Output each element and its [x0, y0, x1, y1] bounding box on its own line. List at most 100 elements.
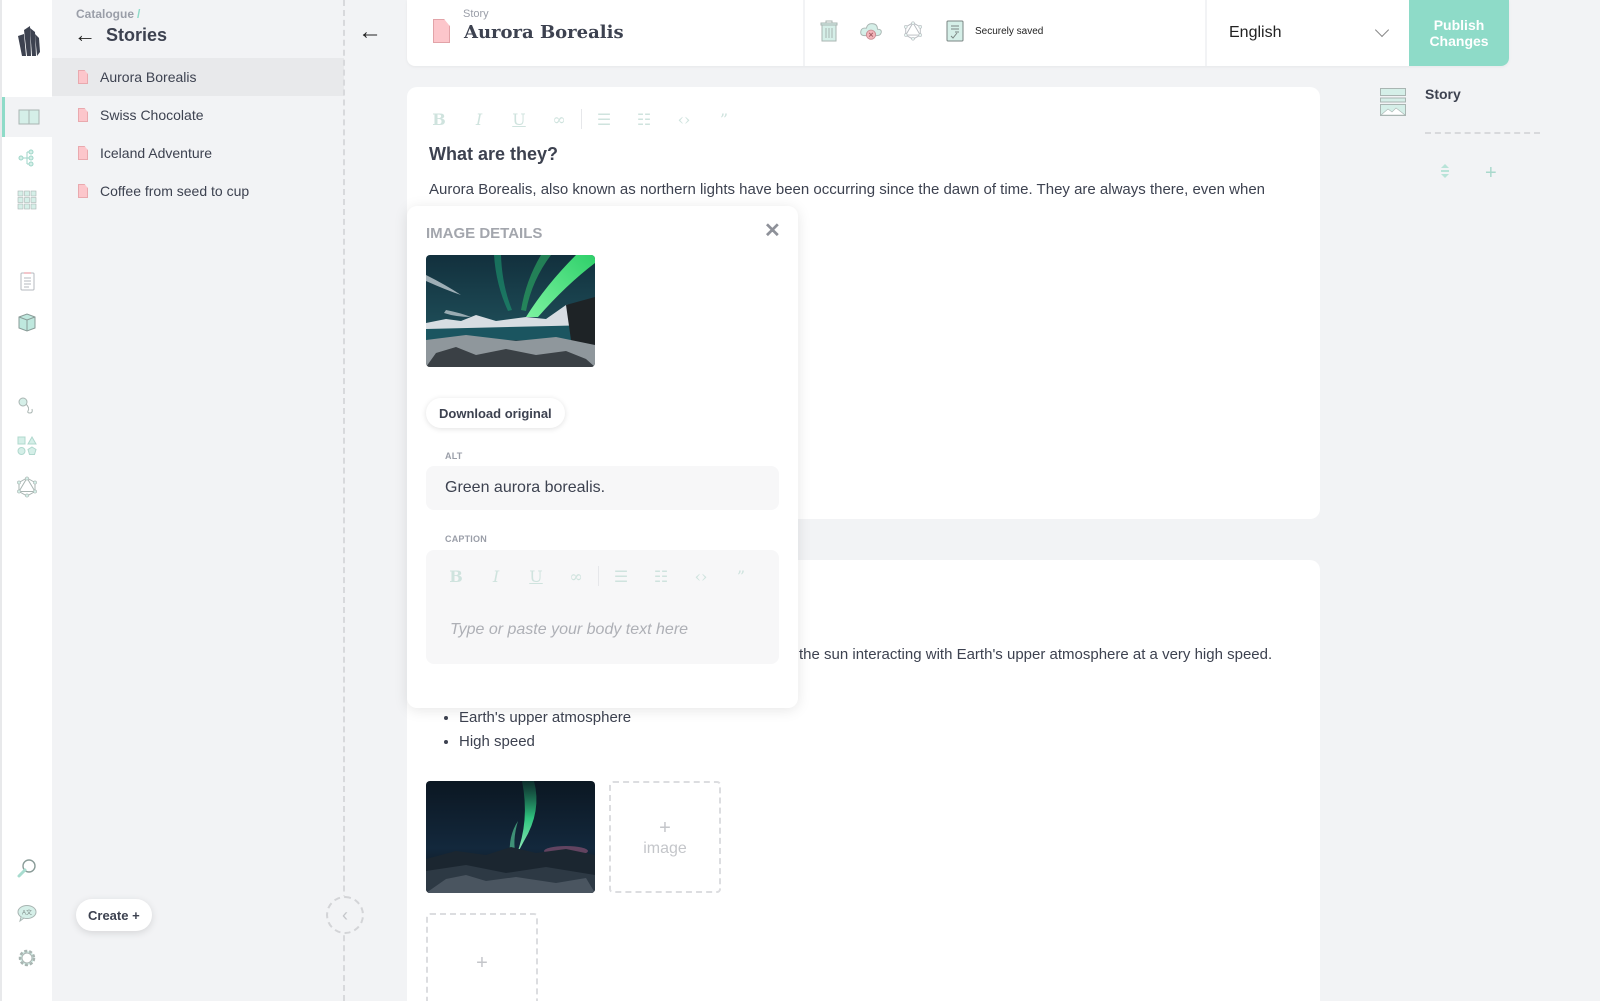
bullet-list-icon[interactable]: ☰ [594, 110, 614, 129]
rail-item-search[interactable] [2, 848, 52, 888]
body-paragraph[interactable]: Aurora Borealis, also known as northern … [429, 181, 1309, 198]
reorder-button[interactable] [1440, 163, 1450, 184]
rail-item-hooks[interactable] [2, 385, 52, 425]
story-item-label: Iceland Adventure [100, 145, 213, 161]
hierarchy-icon [18, 149, 34, 167]
rail-item-grid[interactable] [2, 179, 52, 219]
add-component-button[interactable]: + [1485, 163, 1497, 183]
rail-item-relations[interactable] [2, 138, 52, 178]
link-icon[interactable]: ∞ [549, 110, 569, 129]
toolbar-divider [581, 109, 582, 129]
item-title[interactable]: Aurora Borealis [464, 22, 624, 43]
item-type-label: Story [463, 8, 489, 20]
delete-button[interactable] [817, 18, 841, 44]
shapes-icon [17, 435, 37, 455]
alt-input[interactable] [426, 466, 779, 510]
create-button[interactable]: Create + [76, 899, 152, 931]
document-icon [78, 184, 88, 198]
quote-icon[interactable]: ” [714, 110, 734, 129]
plus-icon: + [1485, 162, 1497, 184]
caption-label: CAPTION [445, 534, 487, 544]
list-item: High speed [459, 730, 631, 754]
caption-toolbar: B I U ∞ ☰ ☷ ‹› ” [446, 566, 751, 586]
link-icon[interactable]: ∞ [566, 567, 586, 586]
publish-label-line1: Publish [1433, 17, 1485, 33]
rail-item-settings[interactable] [2, 938, 52, 978]
plus-icon: + [476, 951, 488, 974]
hook-icon [18, 397, 33, 414]
bold-icon[interactable]: B [429, 110, 449, 129]
block-heading[interactable]: What are they? [429, 144, 558, 165]
add-block-button[interactable]: + [426, 913, 538, 1001]
box-icon [18, 313, 36, 332]
structure-story-label[interactable]: Story [1425, 86, 1461, 102]
bullet-list[interactable]: Earth's upper atmosphere High speed [459, 706, 631, 754]
alt-label: ALT [445, 451, 463, 461]
rail-item-graphql[interactable] [2, 467, 52, 507]
body-paragraph[interactable]: the sun interacting with Earth's upper a… [799, 646, 1272, 663]
publish-label-line2: Changes [1429, 33, 1489, 49]
document-icon [433, 19, 450, 43]
save-status: Securely saved [975, 25, 1044, 37]
gear-icon [18, 949, 36, 967]
italic-icon[interactable]: I [486, 567, 506, 586]
image-details-dialog: IMAGE DETAILS ✕ Download original ALT Gr… [407, 206, 798, 708]
rail-item-translations[interactable]: A文 [2, 893, 52, 933]
code-icon[interactable]: ‹› [674, 110, 694, 129]
story-list: Aurora Borealis Swiss Chocolate Iceland … [52, 58, 344, 210]
caption-editor[interactable]: B I U ∞ ☰ ☷ ‹› ” Type or paste your body… [426, 550, 779, 664]
code-icon[interactable]: ‹› [691, 567, 711, 586]
panel-divider[interactable] [343, 0, 345, 1001]
stories-header: ← Stories [74, 22, 167, 48]
graphql-icon [903, 21, 922, 41]
rail-item-shapes[interactable] [2, 426, 52, 466]
topbar-divider [803, 0, 805, 66]
crystal-logo-icon[interactable] [14, 22, 42, 58]
breadcrumb-separator: / [137, 7, 141, 21]
chevron-down-icon [1374, 22, 1390, 38]
trash-icon [820, 20, 838, 42]
aurora-image-thumbnail[interactable] [426, 781, 595, 893]
close-icon[interactable]: ✕ [764, 218, 781, 243]
numbered-list-icon[interactable]: ☷ [634, 110, 654, 129]
story-layout-icon [1380, 88, 1406, 116]
underline-icon[interactable]: U [509, 110, 529, 129]
story-item-swiss-chocolate[interactable]: Swiss Chocolate [52, 96, 344, 134]
story-item-iceland-adventure[interactable]: Iceland Adventure [52, 134, 344, 172]
document-icon [78, 108, 88, 122]
clipboard-icon [20, 272, 35, 291]
stories-title: Stories [106, 24, 168, 45]
unpublish-button[interactable] [859, 18, 883, 44]
svg-text:A文: A文 [22, 909, 32, 917]
search-icon [17, 859, 36, 878]
bullet-list-icon[interactable]: ☰ [611, 567, 631, 586]
breadcrumb-catalogue[interactable]: Catalogue [76, 7, 134, 21]
document-icon [78, 70, 88, 84]
editor-topbar: Story Aurora Borealis Securely saved Eng… [407, 0, 1509, 66]
story-item-aurora-borealis[interactable]: Aurora Borealis [52, 58, 344, 96]
topbar-actions: Securely saved [817, 18, 1043, 44]
story-item-coffee[interactable]: Coffee from seed to cup [52, 172, 344, 210]
quote-icon[interactable]: ” [731, 567, 751, 586]
rail-item-products[interactable] [2, 302, 52, 342]
language-select[interactable]: English [1207, 0, 1409, 66]
add-image-button[interactable]: + image [609, 781, 721, 893]
bold-icon[interactable]: B [446, 567, 466, 586]
list-item: Earth's upper atmosphere [459, 706, 631, 730]
stories-panel: Catalogue / ← Stories Aurora Borealis Swi… [52, 0, 344, 1001]
reorder-icon [1441, 164, 1449, 178]
app-window: A文 Catalogue / ← Stories Aurora Borealis … [0, 0, 1600, 1001]
graphql-button[interactable] [901, 18, 925, 44]
publish-changes-button[interactable]: Publish Changes [1409, 0, 1509, 66]
back-arrow-icon[interactable]: ← [74, 22, 96, 48]
numbered-list-icon[interactable]: ☷ [651, 567, 671, 586]
underline-icon[interactable]: U [526, 567, 546, 586]
italic-icon[interactable]: I [469, 110, 489, 129]
rail-item-stories[interactable] [2, 97, 52, 137]
collapse-panel-button[interactable]: ‹ [326, 896, 364, 934]
save-status-button[interactable] [943, 18, 967, 44]
image-preview [426, 255, 595, 367]
download-original-button[interactable]: Download original [426, 398, 565, 428]
main-back-arrow-icon[interactable]: ← [358, 18, 382, 46]
rail-item-documents[interactable] [2, 261, 52, 301]
